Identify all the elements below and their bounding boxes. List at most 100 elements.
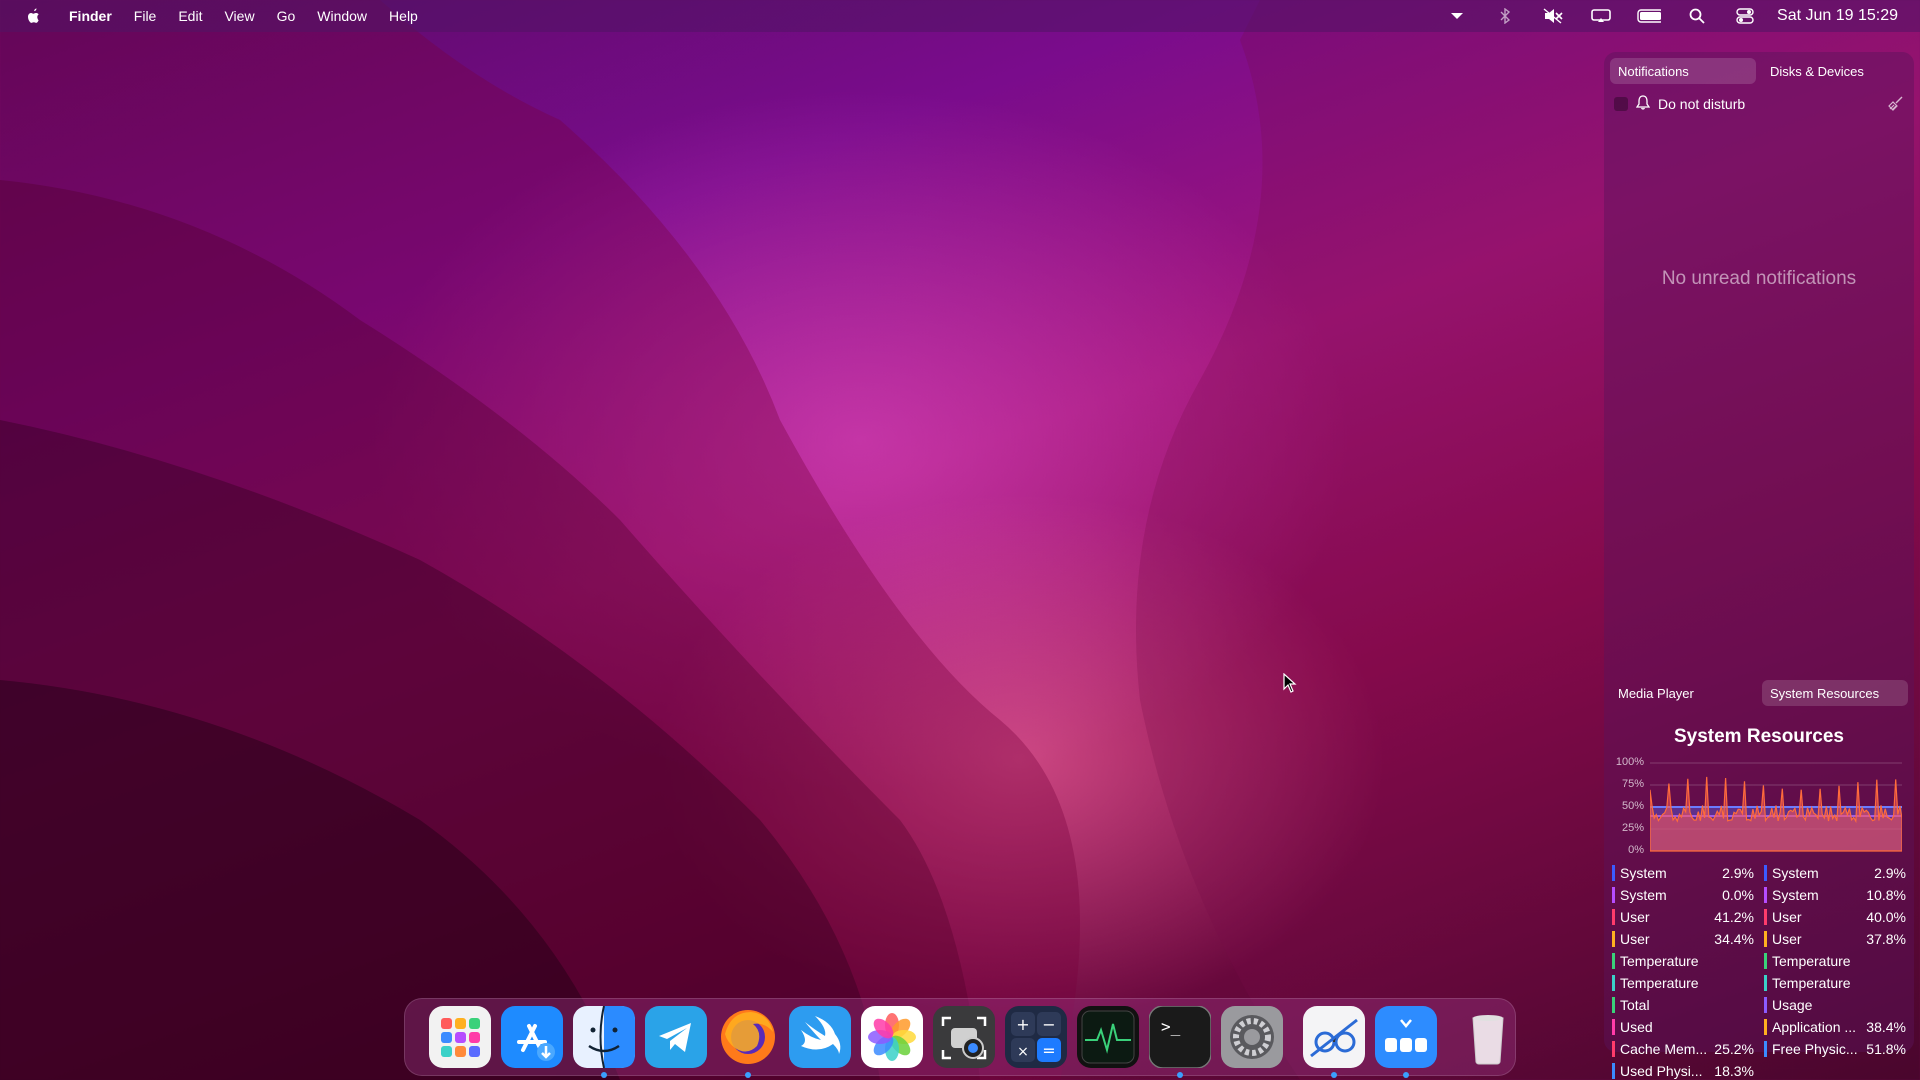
search-icon[interactable] xyxy=(1685,4,1709,28)
stat-label: Cache Mem... xyxy=(1620,1041,1708,1057)
clear-notifications-icon[interactable] xyxy=(1888,95,1904,114)
stat-color-swatch xyxy=(1612,1041,1615,1057)
firefox-icon[interactable] xyxy=(717,1006,779,1078)
control-center-icon[interactable] xyxy=(1733,4,1757,28)
finder-icon[interactable] xyxy=(573,1006,635,1078)
menu-edit[interactable]: Edit xyxy=(167,8,213,24)
stat-label: Application ... xyxy=(1772,1019,1857,1035)
stat-value: 51.8% xyxy=(1866,1041,1906,1057)
do-not-disturb-row[interactable]: Do not disturb xyxy=(1604,90,1914,118)
system-preferences-icon[interactable] xyxy=(1221,1006,1283,1068)
running-indicator xyxy=(601,1072,607,1078)
resource-stat-row: Cache Mem... 25.2% xyxy=(1612,1038,1754,1060)
notification-panel: Notifications Disks & Devices Do not dis… xyxy=(1604,52,1914,1079)
y-label-25: 25% xyxy=(1621,822,1644,834)
apple-icon[interactable] xyxy=(22,5,44,27)
stat-value: 34.4% xyxy=(1714,931,1754,947)
stat-label: Used Physi... xyxy=(1620,1063,1703,1079)
mouse-cursor-icon xyxy=(1283,672,1297,698)
bell-icon xyxy=(1635,95,1651,113)
stat-label: Usage xyxy=(1772,997,1813,1013)
resource-stat-row: User 34.4% xyxy=(1612,928,1754,950)
stat-label: Free Physic... xyxy=(1772,1041,1858,1057)
battery-icon[interactable] xyxy=(1637,4,1662,28)
stat-value: 18.3% xyxy=(1714,1063,1754,1079)
stat-value: 10.8% xyxy=(1866,887,1906,903)
y-label-50: 50% xyxy=(1621,800,1644,812)
resource-stat-row: System 0.0% xyxy=(1612,884,1754,906)
bluetooth-icon[interactable] xyxy=(1493,4,1517,28)
resource-stat-row: User 40.0% xyxy=(1764,906,1906,928)
screen-mirror-icon[interactable] xyxy=(1589,4,1613,28)
terminal-icon[interactable]: >_ xyxy=(1149,1006,1211,1078)
resource-stat-row: System 10.8% xyxy=(1764,884,1906,906)
tab-disks-devices[interactable]: Disks & Devices xyxy=(1762,58,1908,84)
swift-icon[interactable] xyxy=(789,1006,851,1068)
resource-stat-row: Application ... 38.4% xyxy=(1764,1016,1906,1038)
activity-monitor-icon[interactable] xyxy=(1077,1006,1139,1068)
resource-stat-row: Usage xyxy=(1764,994,1906,1016)
resource-stat-row: Temperature xyxy=(1612,950,1754,972)
stat-label: User xyxy=(1620,909,1650,925)
stat-color-swatch xyxy=(1612,1063,1615,1079)
stat-label: Temperature xyxy=(1620,953,1699,969)
stat-value: 2.9% xyxy=(1722,865,1754,881)
menu-go[interactable]: Go xyxy=(266,8,307,24)
resource-graph-plot xyxy=(1650,762,1902,852)
photos-icon[interactable] xyxy=(861,1006,923,1068)
stat-label: Used xyxy=(1620,1019,1653,1035)
menu-view[interactable]: View xyxy=(213,8,265,24)
svg-text:−: − xyxy=(1042,1015,1055,1034)
resource-stat-row: Free Physic... 51.8% xyxy=(1764,1038,1906,1060)
preview-icon[interactable] xyxy=(1303,1006,1365,1078)
stat-value: 41.2% xyxy=(1714,909,1754,925)
screenshot-icon[interactable] xyxy=(933,1006,995,1068)
stat-label: User xyxy=(1772,909,1802,925)
stat-label: Total xyxy=(1620,997,1650,1013)
trash-icon[interactable] xyxy=(1457,1006,1519,1068)
stat-color-swatch xyxy=(1612,931,1615,947)
stat-label: User xyxy=(1620,931,1650,947)
running-indicator xyxy=(1403,1072,1409,1078)
app-store-icon[interactable] xyxy=(501,1006,563,1068)
tab-notifications[interactable]: Notifications xyxy=(1610,58,1756,84)
running-indicator xyxy=(1331,1072,1337,1078)
stat-color-swatch xyxy=(1612,997,1615,1013)
menu-app-name[interactable]: Finder xyxy=(58,8,123,24)
tab-system-resources[interactable]: System Resources xyxy=(1762,680,1908,706)
resource-stat-row: Temperature xyxy=(1764,972,1906,994)
stat-color-swatch xyxy=(1612,909,1615,925)
stat-label: Temperature xyxy=(1620,975,1699,991)
svg-text:×: × xyxy=(1017,1044,1029,1060)
y-label-100: 100% xyxy=(1615,756,1644,768)
chevron-down-icon[interactable] xyxy=(1445,4,1469,28)
svg-text:+: + xyxy=(1016,1015,1029,1034)
dnd-label: Do not disturb xyxy=(1658,96,1746,112)
menu-help[interactable]: Help xyxy=(378,8,429,24)
mute-icon[interactable] xyxy=(1541,4,1565,28)
menu-window[interactable]: Window xyxy=(306,8,378,24)
launchpad-icon[interactable] xyxy=(429,1006,491,1068)
dnd-checkbox[interactable] xyxy=(1614,97,1628,111)
tab-media-player[interactable]: Media Player xyxy=(1610,680,1756,706)
resource-stat-row: Temperature xyxy=(1764,950,1906,972)
menu-bar-clock[interactable]: Sat Jun 19 15:29 xyxy=(1777,7,1898,25)
stat-color-swatch xyxy=(1764,1019,1767,1035)
system-resources-section: Media Player System Resources System Res… xyxy=(1604,674,1914,1080)
stat-label: Temperature xyxy=(1772,953,1851,969)
telegram-icon[interactable] xyxy=(645,1006,707,1068)
resources-right-column: System 2.9% System 10.8% User 40.0% User 37.8% T… xyxy=(1764,862,1906,1080)
stat-color-swatch xyxy=(1764,975,1767,991)
stat-label: Temperature xyxy=(1772,975,1851,991)
stat-color-swatch xyxy=(1764,909,1767,925)
resource-stat-row: User 41.2% xyxy=(1612,906,1754,928)
menu-file[interactable]: File xyxy=(123,8,168,24)
stat-color-swatch xyxy=(1764,997,1767,1013)
empty-notifications-text: No unread notifications xyxy=(1661,268,1857,289)
calculator-icon[interactable]: + − × = xyxy=(1005,1006,1067,1068)
stat-value: 2.9% xyxy=(1874,865,1906,881)
resource-stat-row: Used Physi... 18.3% xyxy=(1612,1060,1754,1080)
app-grid-icon[interactable] xyxy=(1375,1006,1437,1078)
stat-value: 0.0% xyxy=(1722,887,1754,903)
y-label-0: 0% xyxy=(1628,844,1644,856)
